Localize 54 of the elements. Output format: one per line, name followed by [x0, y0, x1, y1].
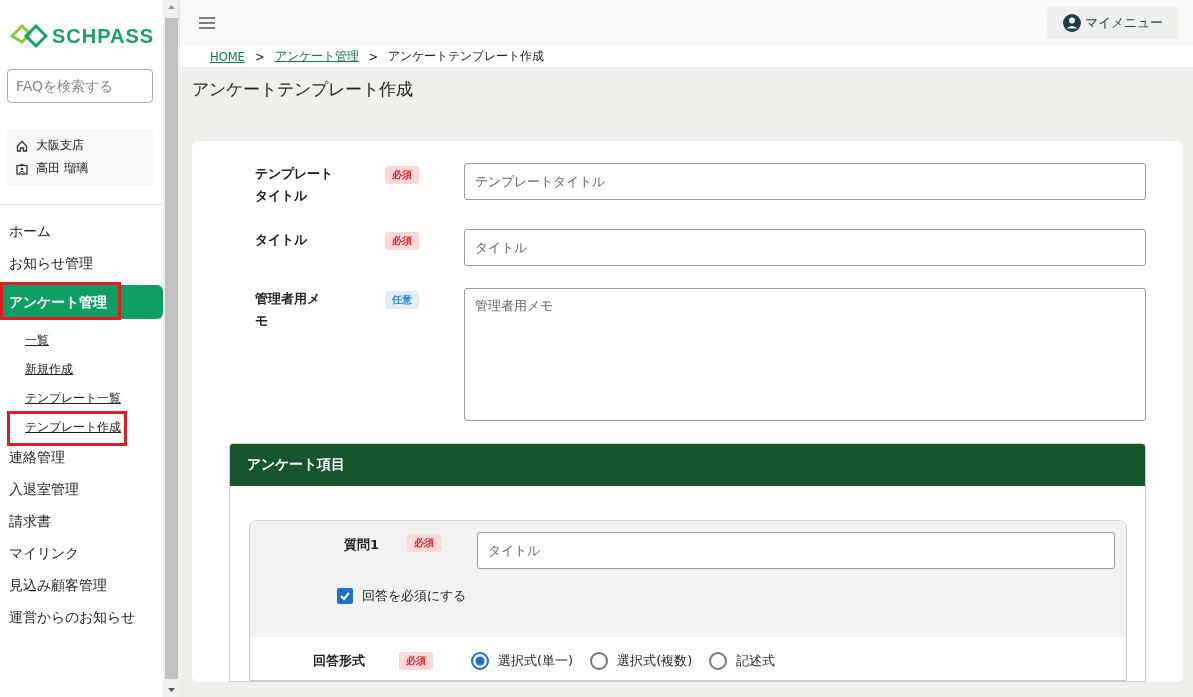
nav-item[interactable]: お知らせ管理: [0, 247, 163, 279]
text-area[interactable]: 管理者用メモ: [464, 288, 1146, 421]
question-label: 質問1: [344, 536, 381, 554]
checkbox-label: 回答を必須にする: [362, 587, 466, 605]
branch-name: 大阪支店: [36, 137, 84, 154]
sub-nav-link[interactable]: 一覧: [25, 333, 49, 347]
home-icon: [16, 139, 28, 152]
nav-item[interactable]: ホーム: [0, 215, 163, 247]
nav-item[interactable]: 見込み顧客管理: [0, 569, 163, 601]
nav-item[interactable]: 運営からのお知らせ: [0, 601, 163, 633]
field-label: テンプレート: [255, 165, 333, 183]
radio-button[interactable]: [471, 651, 489, 670]
nav-item[interactable]: 連絡管理: [0, 441, 163, 473]
checkbox[interactable]: [337, 588, 353, 604]
breadcrumb-separator: >: [368, 49, 379, 64]
user-name: 高田 瑠璃: [36, 160, 88, 177]
logo-icon: [10, 23, 48, 49]
sub-nav-link[interactable]: 新規作成: [25, 362, 73, 376]
search-field[interactable]: FAQを検索する: [7, 69, 153, 103]
field-label: タイトル: [255, 187, 307, 205]
sub-nav-link[interactable]: テンプレート作成: [25, 420, 121, 434]
menu-icon[interactable]: [198, 16, 216, 30]
id-card-icon: [16, 162, 28, 175]
breadcrumb-link[interactable]: アンケート管理: [274, 49, 359, 64]
sub-nav-link[interactable]: テンプレート一覧: [25, 391, 121, 405]
input-field[interactable]: タイトル: [477, 532, 1115, 569]
scrollbar[interactable]: [163, 0, 180, 697]
field-label: 管理者用メ: [255, 290, 320, 308]
badge: 必須: [385, 232, 419, 250]
radio-label: 記述式: [736, 651, 776, 670]
field-label: 回答形式: [313, 651, 366, 670]
breadcrumb-current: アンケートテンプレート作成: [388, 49, 545, 64]
logo-text: SCHPASS: [52, 24, 155, 48]
input-field[interactable]: タイトル: [464, 229, 1146, 266]
badge: 必須: [385, 166, 419, 184]
page-title: アンケートテンプレート作成: [192, 78, 414, 101]
section-header: アンケート項目: [230, 444, 1145, 486]
radio-label: 選択式(単一): [498, 651, 574, 670]
input-field[interactable]: テンプレートタイトル: [464, 163, 1146, 200]
field-label: モ: [255, 312, 268, 330]
radio-button[interactable]: [709, 651, 728, 670]
badge: 必須: [399, 652, 433, 670]
nav-item[interactable]: 入退室管理: [0, 473, 163, 505]
breadcrumb-separator: >: [254, 49, 265, 64]
radio-button[interactable]: [590, 651, 609, 670]
nav-item[interactable]: 請求書: [0, 505, 163, 537]
badge: 必須: [407, 534, 441, 552]
account-icon: [1063, 14, 1081, 32]
nav-item[interactable]: マイリンク: [0, 537, 163, 569]
breadcrumb-link[interactable]: HOME: [210, 49, 245, 64]
field-label: タイトル: [255, 231, 307, 249]
badge: 任意: [385, 291, 419, 309]
radio-label: 選択式(複数): [617, 651, 693, 670]
my-menu-button[interactable]: マイメニュー: [1047, 7, 1179, 39]
